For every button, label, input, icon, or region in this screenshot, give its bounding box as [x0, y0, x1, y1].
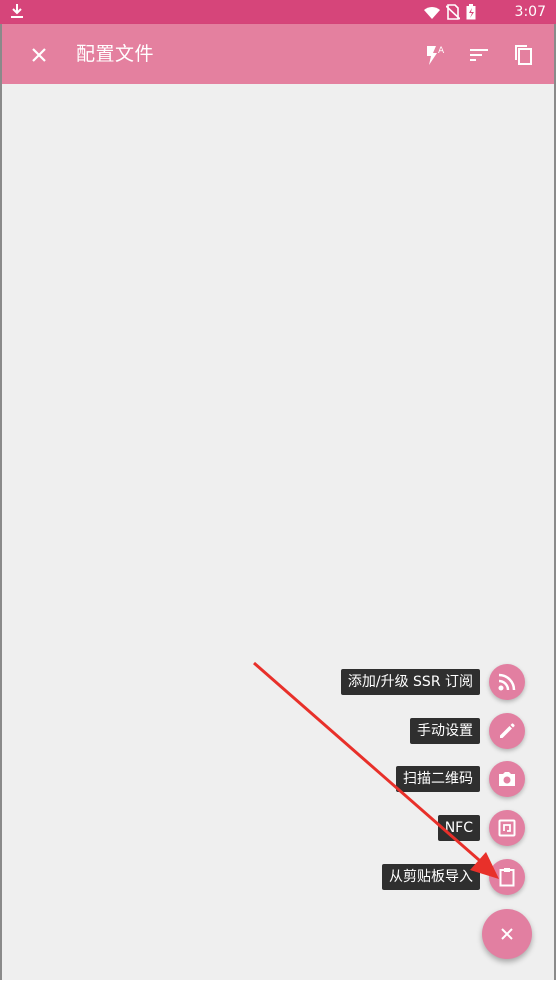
nfc-button[interactable]: [489, 810, 525, 846]
battery-icon: [466, 4, 476, 24]
copy-button[interactable]: [508, 40, 538, 70]
fab-close-button[interactable]: [482, 909, 532, 959]
fab-label-import-clipboard[interactable]: 从剪贴板导入: [382, 864, 480, 890]
profile-list-area: [2, 84, 554, 980]
fab-label-add-ssr-subscription[interactable]: 添加/升级 SSR 订阅: [340, 669, 480, 695]
clipboard-icon: [499, 868, 515, 887]
close-icon: [501, 928, 513, 940]
edit-icon: [500, 723, 515, 738]
copy-icon: [515, 45, 532, 65]
fab-label-scan-qr[interactable]: 扫描二维码: [396, 766, 480, 792]
sort-icon: [470, 49, 488, 61]
add-ssr-subscription-button[interactable]: [489, 664, 525, 700]
fab-label-nfc[interactable]: NFC: [437, 815, 480, 841]
status-time: 3:07: [514, 4, 546, 20]
svg-text:A: A: [438, 46, 445, 56]
close-button[interactable]: [24, 40, 54, 70]
no-sim-icon: [445, 4, 461, 24]
sort-button[interactable]: [464, 40, 494, 70]
app-toolbar: 配置文件 A: [2, 24, 554, 84]
download-icon: [10, 3, 24, 23]
page-title: 配置文件: [76, 43, 155, 65]
close-icon: [32, 48, 46, 62]
status-bar: 3:07: [0, 0, 556, 24]
manual-settings-button[interactable]: [489, 713, 525, 749]
flash-auto-button[interactable]: A: [420, 40, 450, 70]
rss-icon: [498, 673, 516, 691]
import-clipboard-button[interactable]: [489, 859, 525, 895]
scan-qr-button[interactable]: [489, 761, 525, 797]
fab-label-manual-settings[interactable]: 手动设置: [410, 718, 480, 744]
wifi-icon: [424, 5, 440, 24]
camera-icon: [499, 772, 515, 786]
nfc-icon: [498, 819, 516, 837]
flash-auto-icon: A: [427, 46, 445, 65]
